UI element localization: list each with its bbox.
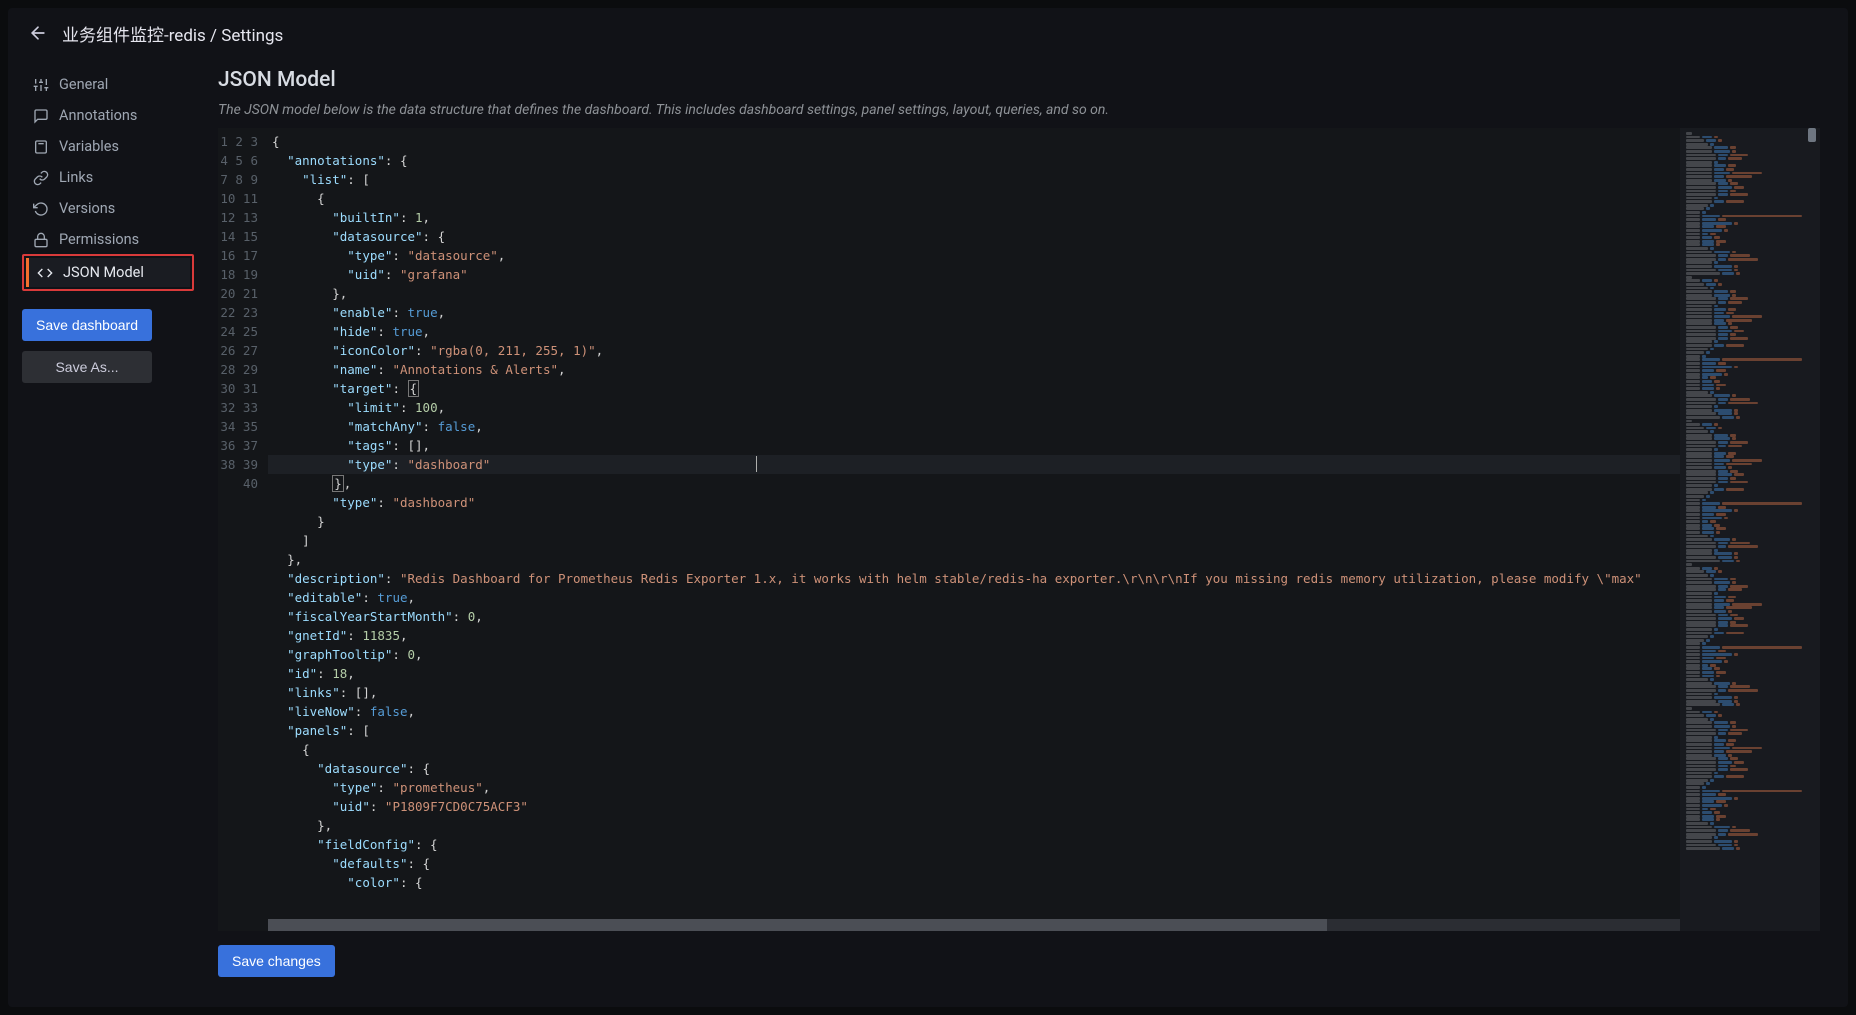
save-as-button[interactable]: Save As...: [22, 351, 152, 383]
sidebar-item-label: General: [59, 76, 108, 93]
save-dashboard-button[interactable]: Save dashboard: [22, 309, 152, 341]
highlight-box: JSON Model: [22, 254, 194, 291]
settings-sidebar: General Annotations Variables Links Vers…: [8, 58, 208, 1007]
sidebar-item-versions[interactable]: Versions: [22, 194, 194, 223]
sidebar-item-general[interactable]: General: [22, 70, 194, 99]
sidebar-item-permissions[interactable]: Permissions: [22, 225, 194, 254]
page-title: 业务组件监控-redis / Settings: [62, 21, 283, 46]
comment-icon: [33, 108, 49, 124]
back-arrow-icon[interactable]: [28, 23, 48, 43]
calculator-icon: [33, 139, 49, 155]
minimap-viewport[interactable]: [1808, 128, 1816, 142]
lock-icon: [33, 232, 49, 248]
link-icon: [33, 170, 49, 186]
main-content: JSON Model The JSON model below is the d…: [208, 58, 1848, 1007]
json-editor[interactable]: 1 2 3 4 5 6 7 8 9 10 11 12 13 14 15 16 1…: [218, 128, 1820, 931]
editor-code[interactable]: { "annotations": { "list": [ { "builtIn"…: [268, 128, 1680, 931]
editor-minimap[interactable]: [1680, 128, 1820, 931]
sidebar-item-json-model[interactable]: JSON Model: [26, 258, 190, 287]
sidebar-item-label: Annotations: [59, 107, 137, 124]
header: 业务组件监控-redis / Settings: [8, 8, 1848, 58]
section-subtitle: The JSON model below is the data structu…: [218, 102, 1820, 118]
history-icon: [33, 201, 49, 217]
section-title: JSON Model: [218, 68, 1820, 92]
editor-gutter: 1 2 3 4 5 6 7 8 9 10 11 12 13 14 15 16 1…: [218, 128, 268, 931]
sidebar-item-label: Permissions: [59, 231, 139, 248]
sidebar-item-variables[interactable]: Variables: [22, 132, 194, 161]
sidebar-item-label: Links: [59, 169, 93, 186]
sidebar-item-annotations[interactable]: Annotations: [22, 101, 194, 130]
save-changes-button[interactable]: Save changes: [218, 945, 335, 977]
sliders-icon: [33, 77, 49, 93]
sidebar-item-label: Variables: [59, 138, 119, 155]
sidebar-item-label: JSON Model: [63, 264, 144, 281]
code-icon: [37, 265, 53, 281]
editor-hscrollbar-thumb[interactable]: [268, 919, 1327, 931]
editor-hscrollbar[interactable]: [268, 919, 1680, 931]
sidebar-item-label: Versions: [59, 200, 115, 217]
sidebar-item-links[interactable]: Links: [22, 163, 194, 192]
